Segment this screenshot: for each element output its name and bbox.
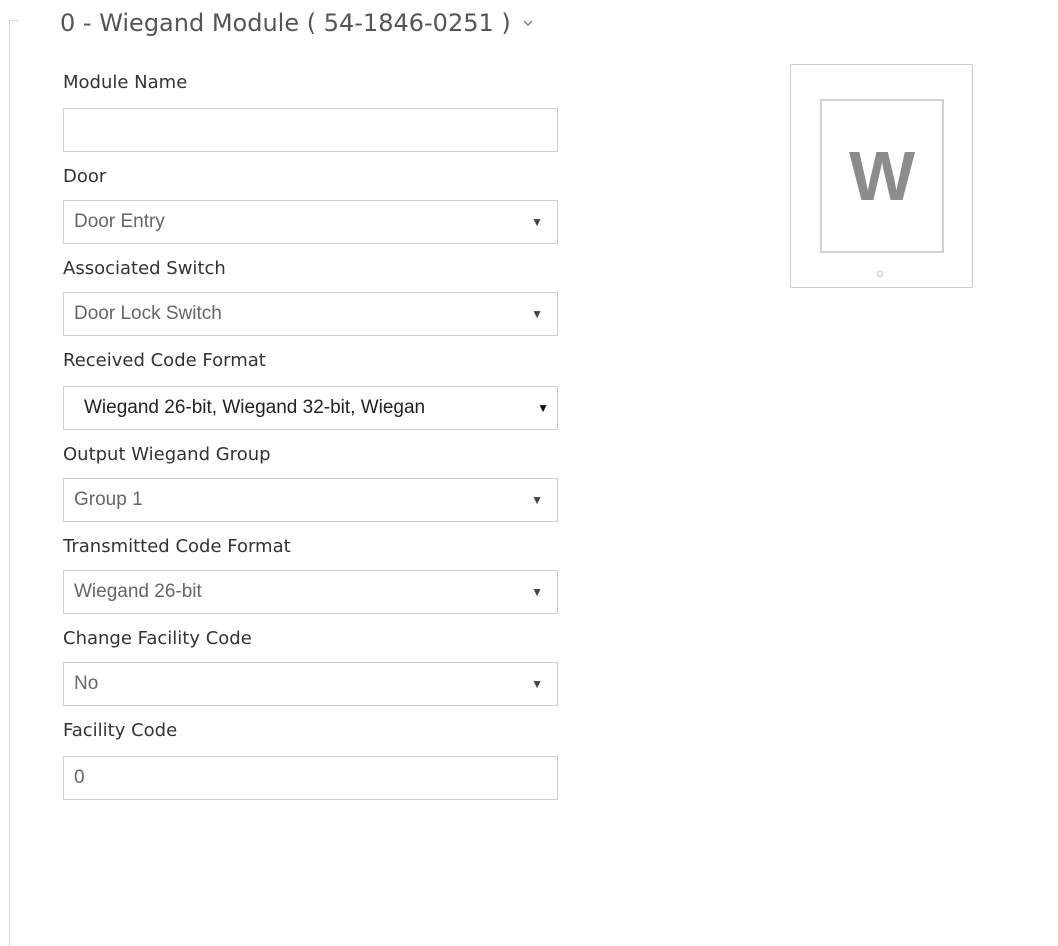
change-facility-code-value: No	[74, 673, 99, 694]
module-name-input[interactable]	[63, 108, 558, 152]
module-letter: W	[848, 137, 916, 215]
associated-switch-select[interactable]: Door Lock Switch ▼	[63, 292, 558, 336]
dropdown-arrow-icon: ▼	[531, 585, 543, 599]
received-code-format-label: Received Code Format	[63, 350, 266, 371]
change-facility-code-select[interactable]: No ▼	[63, 662, 558, 706]
wiegand-module-icon: W	[790, 64, 973, 288]
dropdown-arrow-icon: ▼	[537, 401, 549, 415]
output-wiegand-group-label: Output Wiegand Group	[63, 444, 271, 465]
module-name-label: Module Name	[63, 72, 188, 93]
module-title: 0 - Wiegand Module ( 54-1846-0251 )	[60, 9, 511, 37]
change-facility-code-label: Change Facility Code	[63, 628, 252, 649]
output-wiegand-group-select[interactable]: Group 1 ▼	[63, 478, 558, 522]
dropdown-arrow-icon: ▼	[531, 677, 543, 691]
facility-code-input[interactable]: 0	[63, 756, 558, 800]
section-bracket	[9, 20, 19, 946]
transmitted-code-format-value: Wiegand 26-bit	[74, 581, 202, 602]
received-code-format-value: Wiegand 26-bit, Wiegand 32-bit, Wiegan	[84, 397, 426, 418]
received-code-format-select[interactable]: Wiegand 26-bit, Wiegand 32-bit, Wiegan ▼	[63, 386, 558, 430]
chevron-down-icon[interactable]	[523, 18, 533, 28]
door-select[interactable]: Door Entry ▼	[63, 200, 558, 244]
wiegand-module-panel: 0 - Wiegand Module ( 54-1846-0251 ) Modu…	[0, 0, 1058, 946]
module-led-icon	[877, 271, 883, 277]
associated-switch-value: Door Lock Switch	[74, 303, 222, 324]
associated-switch-label: Associated Switch	[63, 258, 226, 279]
transmitted-code-format-label: Transmitted Code Format	[63, 536, 291, 557]
door-value: Door Entry	[74, 211, 165, 232]
facility-code-label: Facility Code	[63, 720, 178, 741]
facility-code-value: 0	[74, 767, 85, 788]
dropdown-arrow-icon: ▼	[531, 215, 543, 229]
output-wiegand-group-value: Group 1	[74, 489, 143, 510]
transmitted-code-format-select[interactable]: Wiegand 26-bit ▼	[63, 570, 558, 614]
door-label: Door	[63, 166, 107, 187]
module-face: W	[820, 99, 944, 253]
dropdown-arrow-icon: ▼	[531, 307, 543, 321]
dropdown-arrow-icon: ▼	[531, 493, 543, 507]
module-header[interactable]: 0 - Wiegand Module ( 54-1846-0251 )	[60, 6, 533, 40]
